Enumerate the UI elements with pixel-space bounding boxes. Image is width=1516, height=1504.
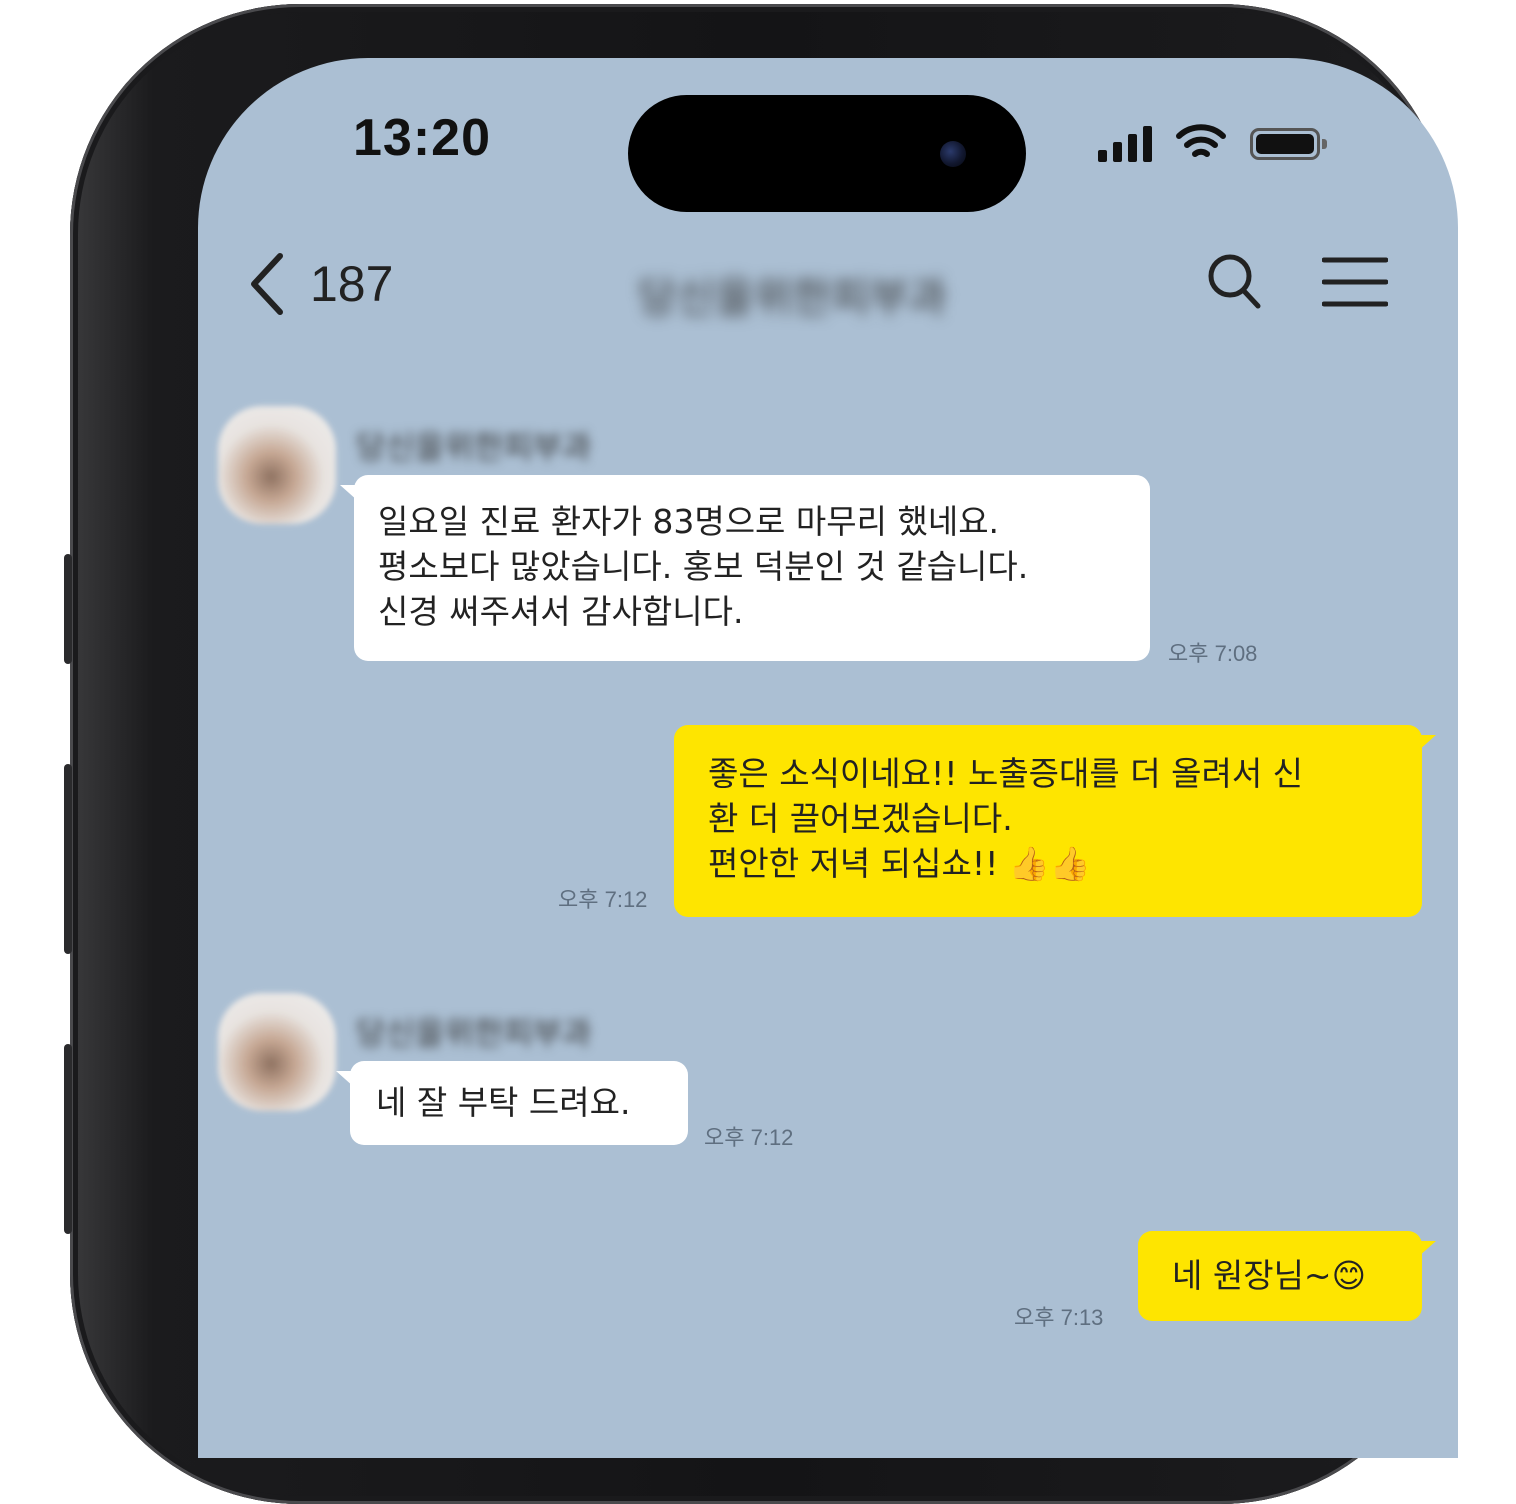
phone-frame: 13:20 187 당신을위한피부과 당신을위한피부과 일요일 진료 환자가 8… (64, 4, 1458, 1504)
chat-screen: 13:20 187 당신을위한피부과 당신을위한피부과 일요일 진료 환자가 8… (198, 58, 1458, 1458)
incoming-message-bubble[interactable]: 네 잘 부탁 드려요. (336, 1061, 688, 1145)
message-timestamp: 오후 7:13 (1014, 1305, 1104, 1330)
incoming-message-bubble[interactable]: 일요일 진료 환자가 83명으로 마무리 했네요. 평소보다 많았습니다. 홍보… (340, 475, 1150, 661)
avatar[interactable] (218, 406, 336, 524)
message-list[interactable]: 당신을위한피부과 일요일 진료 환자가 83명으로 마무리 했네요. 평소보다 … (198, 58, 1458, 1458)
message-timestamp: 오후 7:12 (558, 887, 648, 912)
message-timestamp: 오후 7:12 (704, 1125, 794, 1150)
sender-name: 당신을위한피부과 (356, 1014, 592, 1052)
volume-up-button (64, 764, 72, 954)
volume-down-button (64, 1044, 72, 1234)
message-timestamp: 오후 7:08 (1168, 641, 1258, 666)
action-button (64, 554, 72, 664)
avatar[interactable] (218, 993, 336, 1111)
sender-name: 당신을위한피부과 (356, 428, 592, 466)
outgoing-message-bubble[interactable]: 네 원장님~😊 (1138, 1231, 1436, 1321)
outgoing-message-bubble[interactable]: 좋은 소식이네요!! 노출증대를 더 올려서 신 환 더 끌어보겠습니다. 편안… (674, 725, 1436, 917)
